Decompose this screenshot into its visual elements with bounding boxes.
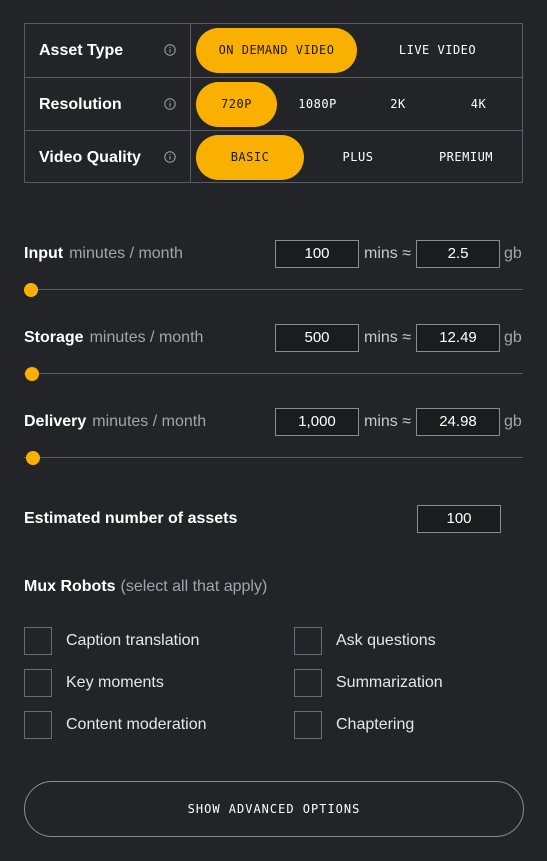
storage-title: Storage minutes / month: [24, 326, 203, 350]
video-quality-options: BASIC PLUS PREMIUM: [192, 131, 522, 183]
checkbox[interactable]: [294, 711, 322, 739]
robot-label: Key moments: [66, 674, 164, 691]
option-4k[interactable]: 4K: [438, 82, 519, 127]
option-plus[interactable]: PLUS: [304, 135, 412, 180]
resolution-options: 720P 1080P 2K 4K: [192, 78, 522, 130]
delivery-gb-field[interactable]: 24.98: [416, 408, 500, 436]
delivery-unit-label: minutes / month: [92, 413, 207, 430]
input-gb-label: gb: [504, 245, 522, 262]
delivery-title: Delivery minutes / month: [24, 410, 206, 434]
video-quality-row: Video Quality BASIC PLUS PREMIUM: [25, 130, 522, 183]
storage-slider-section: Storage minutes / month 500 mins ≈ 12.49 …: [24, 324, 523, 394]
checkbox[interactable]: [24, 627, 52, 655]
asset-type-options: ON DEMAND VIDEO LIVE VIDEO: [192, 24, 522, 77]
mux-robots-hint: (select all that apply): [120, 578, 268, 595]
delivery-label: Delivery: [24, 413, 87, 430]
robot-label: Summarization: [336, 674, 443, 691]
robot-label: Ask questions: [336, 632, 436, 649]
input-slider-track[interactable]: [24, 289, 523, 290]
input-unit-label: minutes / month: [69, 245, 183, 262]
delivery-minutes-field[interactable]: 1,000: [275, 408, 359, 436]
option-live-video[interactable]: LIVE VIDEO: [357, 28, 518, 73]
option-1080p[interactable]: 1080P: [277, 82, 358, 127]
input-title: Input minutes / month: [24, 242, 183, 266]
checkbox[interactable]: [24, 669, 52, 697]
input-slider-section: Input minutes / month 100 mins ≈ 2.5 gb: [24, 240, 523, 310]
option-premium[interactable]: PREMIUM: [412, 135, 520, 180]
show-advanced-options-button[interactable]: SHOW ADVANCED OPTIONS: [24, 781, 524, 837]
robot-label: Chaptering: [336, 716, 415, 733]
info-icon[interactable]: [164, 98, 176, 110]
option-720p[interactable]: 720P: [196, 82, 277, 127]
resolution-label: Resolution: [39, 96, 122, 113]
storage-unit-label: minutes / month: [89, 329, 204, 346]
storage-slider-handle[interactable]: [25, 367, 39, 381]
delivery-slider-track[interactable]: [24, 457, 523, 458]
delivery-slider-section: Delivery minutes / month 1,000 mins ≈ 24.…: [24, 408, 523, 478]
option-2k[interactable]: 2K: [358, 82, 438, 127]
asset-type-row: Asset Type ON DEMAND VIDEO LIVE VIDEO: [25, 24, 522, 77]
option-basic[interactable]: BASIC: [196, 135, 304, 180]
robot-label: Caption translation: [66, 632, 200, 649]
delivery-mins-label: mins ≈: [364, 413, 412, 430]
delivery-gb-label: gb: [504, 413, 522, 430]
video-quality-label-cell: Video Quality: [25, 131, 191, 183]
delivery-slider-handle[interactable]: [26, 451, 40, 465]
resolution-label-cell: Resolution: [25, 78, 191, 130]
option-on-demand-video[interactable]: ON DEMAND VIDEO: [196, 28, 357, 73]
mux-robots-label: Mux Robots: [24, 578, 116, 595]
robot-label: Content moderation: [66, 716, 207, 733]
video-quality-label: Video Quality: [39, 149, 141, 166]
storage-mins-label: mins ≈: [364, 329, 412, 346]
input-label: Input: [24, 245, 64, 262]
asset-type-label-cell: Asset Type: [25, 24, 191, 77]
info-icon[interactable]: [164, 151, 176, 163]
input-gb-field[interactable]: 2.5: [416, 240, 500, 268]
checkbox[interactable]: [294, 669, 322, 697]
resolution-row: Resolution 720P 1080P 2K 4K: [25, 77, 522, 130]
options-table: Asset Type ON DEMAND VIDEO LIVE VIDEO Re…: [24, 23, 523, 183]
checkbox[interactable]: [294, 627, 322, 655]
storage-gb-field[interactable]: 12.49: [416, 324, 500, 352]
estimated-assets-label: Estimated number of assets: [24, 510, 238, 527]
checkbox[interactable]: [24, 711, 52, 739]
input-slider-handle[interactable]: [24, 283, 38, 297]
input-minutes-field[interactable]: 100: [275, 240, 359, 268]
storage-gb-label: gb: [504, 329, 522, 346]
input-mins-label: mins ≈: [364, 245, 412, 262]
storage-label: Storage: [24, 329, 84, 346]
estimated-assets-field[interactable]: 100: [417, 505, 501, 533]
storage-slider-track[interactable]: [24, 373, 523, 374]
mux-robots-title: Mux Robots (select all that apply): [24, 576, 267, 598]
storage-minutes-field[interactable]: 500: [275, 324, 359, 352]
asset-type-label: Asset Type: [39, 42, 124, 59]
info-icon[interactable]: [164, 44, 176, 56]
